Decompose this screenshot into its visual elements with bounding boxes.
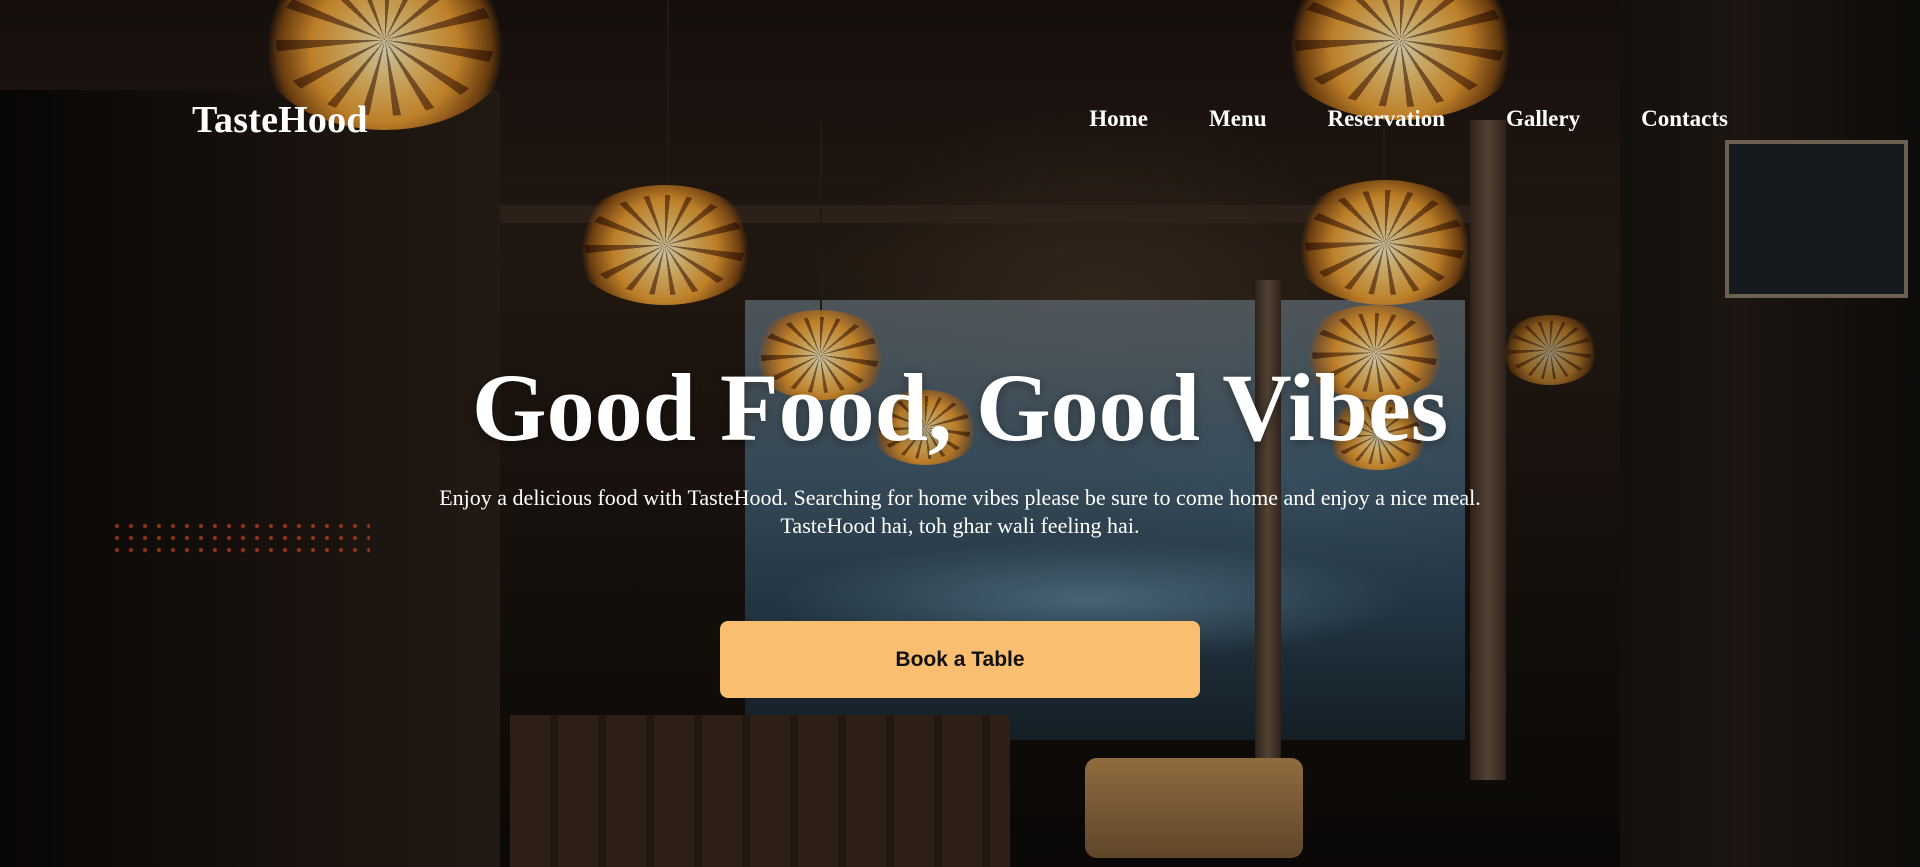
brand-logo[interactable]: TasteHood: [192, 96, 368, 144]
hero-headline: Good Food, Good Vibes: [471, 354, 1449, 461]
nav-link-gallery[interactable]: Gallery: [1506, 106, 1580, 131]
nav-link-menu[interactable]: Menu: [1209, 106, 1267, 131]
nav-link-home[interactable]: Home: [1089, 106, 1148, 131]
nav-link-reservation[interactable]: Reservation: [1327, 106, 1445, 131]
hero-tagline-line-2: TasteHood hai, toh ghar wali feeling hai…: [780, 513, 1140, 538]
nav-item-contacts: Contacts: [1641, 104, 1728, 134]
hero-tagline: Enjoy a delicious food with TasteHood. S…: [360, 484, 1560, 540]
nav-item-home: Home: [1089, 104, 1148, 134]
hero-section: TasteHood Home Menu Reservation Gallery …: [0, 0, 1920, 867]
nav-item-menu: Menu: [1209, 104, 1267, 134]
book-a-table-button[interactable]: Book a Table: [720, 621, 1200, 698]
main-navigation: Home Menu Reservation Gallery Contacts: [1089, 104, 1728, 134]
hero-tagline-line-1: Enjoy a delicious food with TasteHood. S…: [439, 485, 1481, 510]
nav-item-reservation: Reservation: [1327, 104, 1445, 134]
nav-item-gallery: Gallery: [1506, 104, 1580, 134]
nav-link-contacts[interactable]: Contacts: [1641, 106, 1728, 131]
